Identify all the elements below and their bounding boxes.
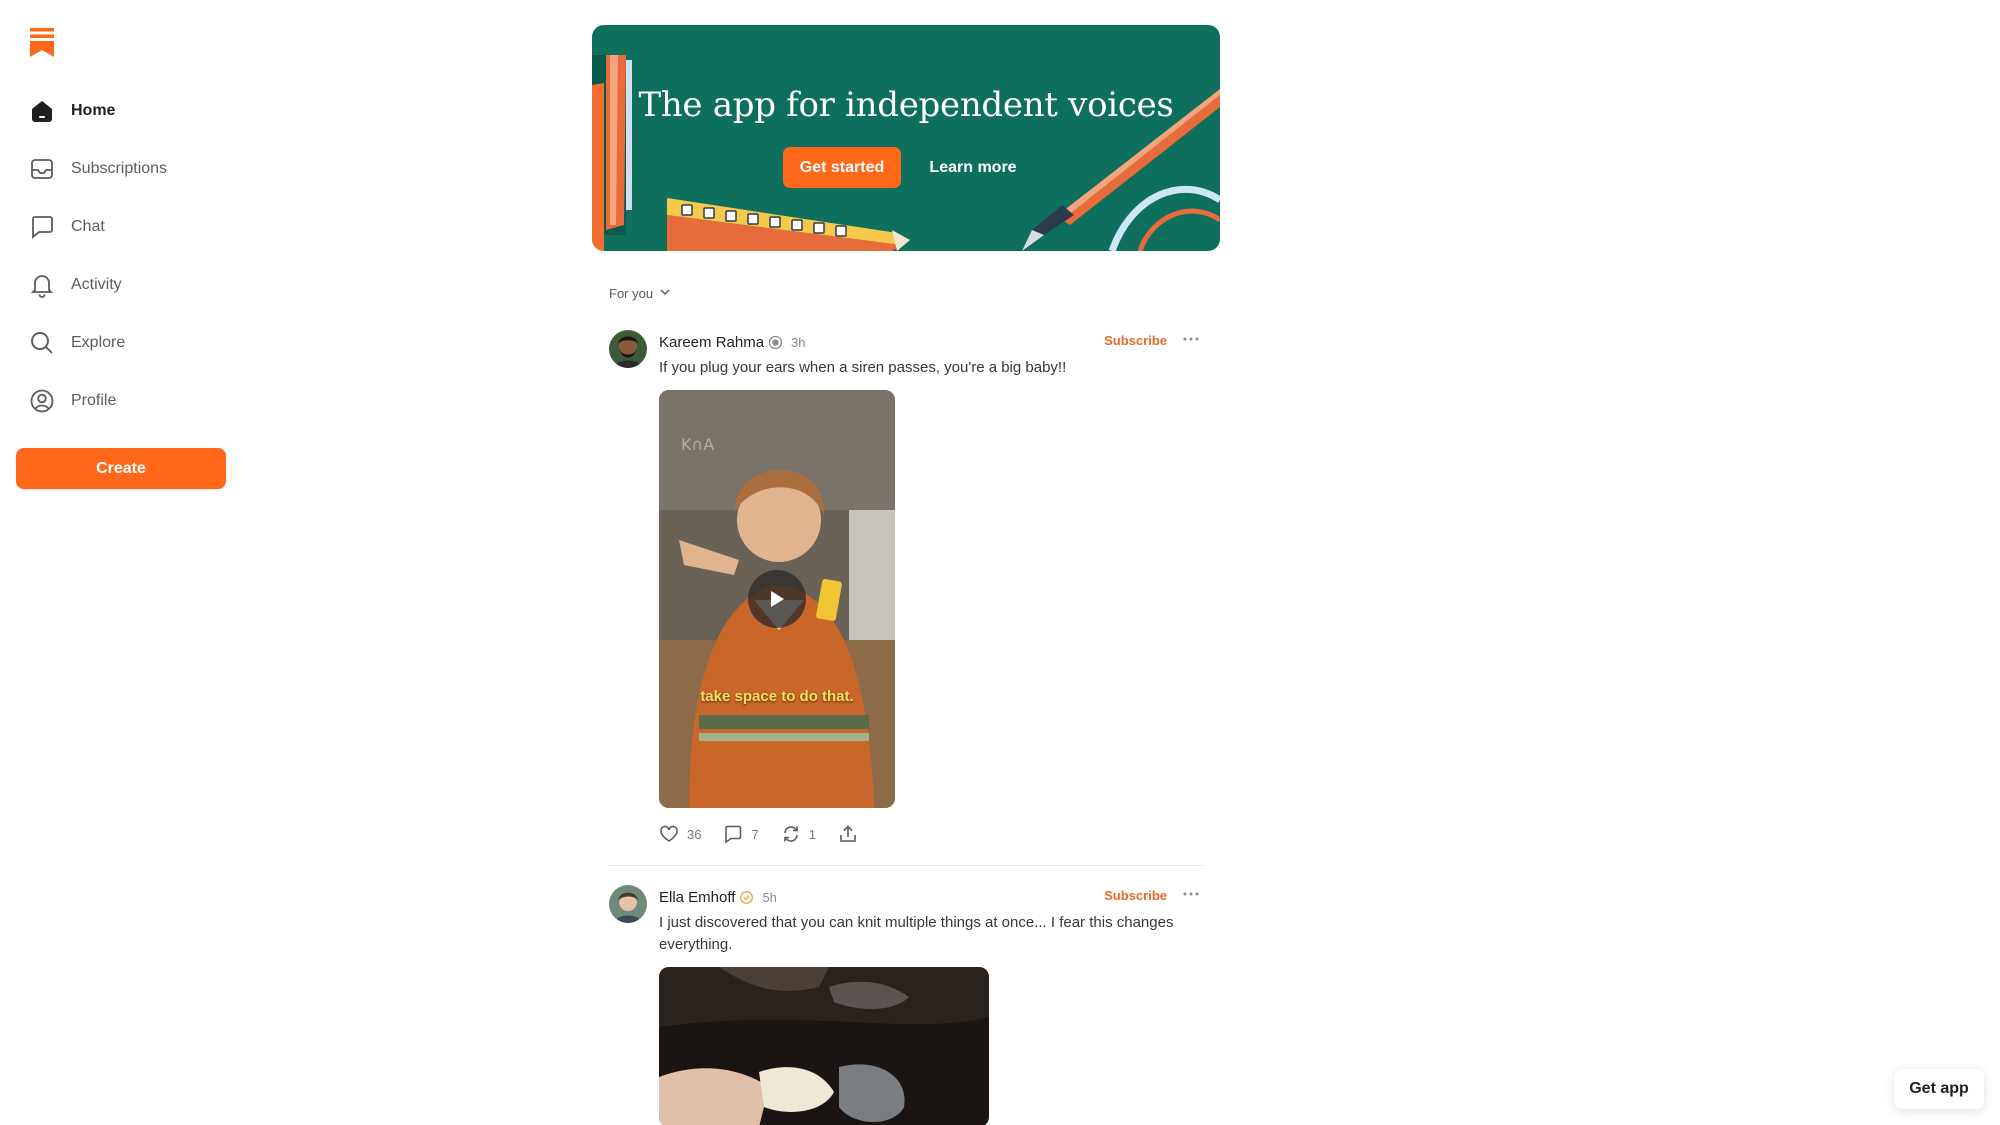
chevron-down-icon [653,286,671,301]
nav-label-home: Home [71,102,116,119]
like-button[interactable]: 36 [659,824,701,844]
nav-item-activity[interactable]: Activity [16,256,226,314]
post-time: 5h [762,889,777,905]
search-icon [28,329,56,357]
feed-filter-dropdown[interactable]: For you [609,286,671,301]
banner-title: The app for independent voices [638,85,1174,125]
comment-count: 7 [751,826,759,842]
nav-label-chat: Chat [71,218,105,235]
banner-illustration [592,55,1220,251]
get-app-button[interactable]: Get app [1894,1069,1984,1109]
verified-badge-icon [769,335,783,349]
video-caption: take space to do that. [700,688,854,705]
post-header: Ella Emhoff 5h [659,887,777,907]
share-icon [840,825,856,842]
avatar[interactable] [609,885,647,923]
heart-icon [660,825,678,842]
nav-item-home[interactable]: Home [16,82,226,140]
nav-label-explore: Explore [71,334,126,351]
chat-bubble-icon [28,213,56,241]
post-header: Kareem Rahma 3h [659,332,806,352]
nav-label-activity: Activity [71,276,122,293]
post-actions: 36 7 1 [659,823,880,845]
bell-icon [28,271,56,299]
more-options-icon[interactable] [1181,886,1201,902]
verified-badge-icon [740,890,754,904]
post-text: I just discovered that you can knit mult… [659,914,1174,953]
post-divider [609,865,1203,866]
more-options-icon[interactable] [1181,331,1201,347]
home-icon [28,97,56,125]
play-icon [771,591,784,607]
get-started-button[interactable]: Get started [783,147,901,188]
avatar[interactable] [609,330,647,368]
learn-more-button[interactable]: Learn more [918,147,1028,188]
substack-logo-icon[interactable] [28,26,56,58]
knitting-photo [659,967,989,1125]
feed-filter-label: For you [609,286,654,301]
create-button[interactable]: Create [16,448,226,489]
subscribe-button[interactable]: Subscribe [1104,888,1167,903]
post-text: If you plug your ears when a siren passe… [659,359,1067,376]
sidebar: Home Subscriptions Chat Activity Explore [0,0,240,1125]
author-name[interactable]: Kareem Rahma [659,334,764,351]
nav-item-subscriptions[interactable]: Subscriptions [16,140,226,198]
main-nav: Home Subscriptions Chat Activity Explore [16,82,226,430]
post-time: 3h [791,334,806,350]
post-video[interactable]: K∩A take space to do that. [659,390,895,808]
promo-banner: The app for independent voices Get start… [592,25,1220,251]
inbox-icon [28,155,56,183]
profile-icon [28,387,56,415]
nav-item-chat[interactable]: Chat [16,198,226,256]
nav-label-subscriptions: Subscriptions [71,160,168,177]
subscribe-button[interactable]: Subscribe [1104,333,1167,348]
author-name[interactable]: Ella Emhoff [659,889,735,906]
comment-button[interactable]: 7 [723,824,759,844]
share-button[interactable] [838,824,858,844]
play-button[interactable] [748,570,806,628]
restack-count: 1 [808,826,816,842]
nav-item-profile[interactable]: Profile [16,372,226,430]
restack-icon [783,826,798,842]
nav-item-explore[interactable]: Explore [16,314,226,372]
like-count: 36 [687,826,702,842]
comment-icon [725,825,742,844]
svg-text:K∩A: K∩A [681,435,714,454]
post-image[interactable] [659,967,989,1125]
nav-label-profile: Profile [71,392,117,409]
restack-button[interactable]: 1 [781,824,816,844]
